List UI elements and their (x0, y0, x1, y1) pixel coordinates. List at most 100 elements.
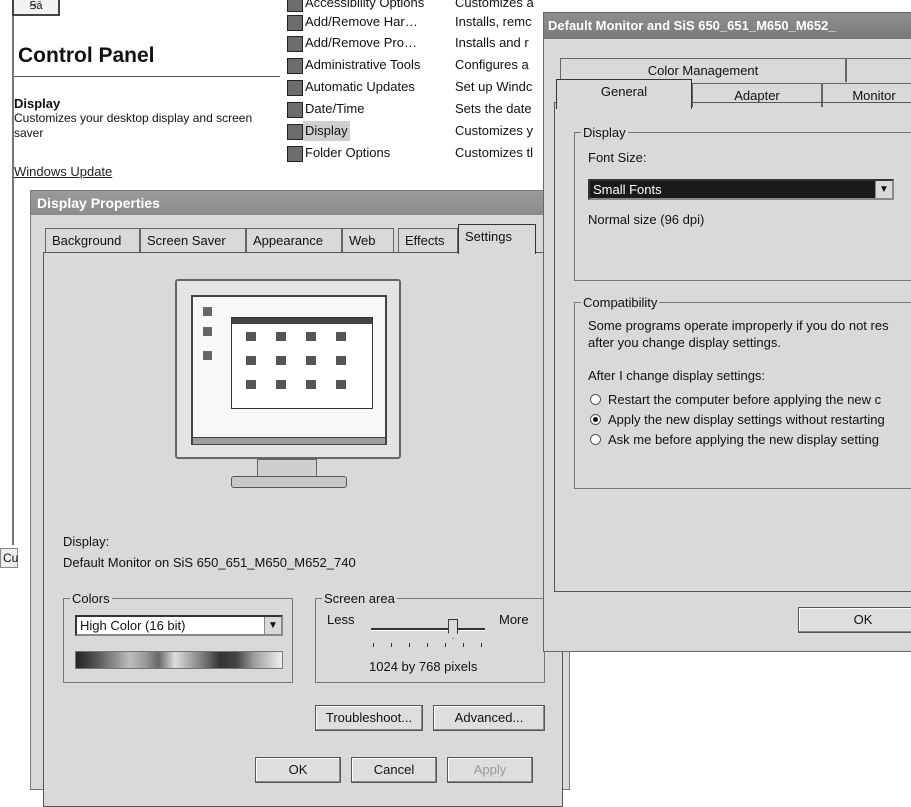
slider-tick (391, 643, 392, 647)
chevron-down-icon[interactable]: ▼ (264, 617, 281, 634)
taskbar-button-partial[interactable]: Cu (0, 548, 18, 568)
selected-item-description: Customizes your desktop display and scre… (14, 111, 253, 140)
desktop-icon (203, 307, 212, 316)
tab-settings[interactable]: Settings (458, 224, 536, 254)
tab-appearance[interactable]: Appearance (246, 228, 342, 252)
preview-icon (246, 356, 256, 365)
slider-tick (409, 643, 410, 647)
display-group-label: Display (583, 125, 626, 140)
font-size-label: Font Size: (588, 150, 647, 165)
item-name: Date/Time (305, 101, 365, 116)
tab-background[interactable]: Background (45, 228, 140, 252)
dialog-title: Default Monitor and SiS 650_651_M650_M65… (544, 13, 911, 39)
screen-area-slider-track[interactable] (371, 628, 485, 631)
slider-tick (373, 643, 374, 647)
selected-item-heading: Display (14, 96, 61, 111)
monitor-base (231, 476, 347, 488)
slider-less-label: Less (327, 612, 355, 627)
radio-restart-label[interactable]: Restart the computer before applying the… (608, 391, 881, 408)
item-name: Add/Remove Pro… (305, 35, 417, 50)
cancel-button[interactable]: Cancel (351, 757, 437, 783)
tab-web[interactable]: Web (342, 228, 394, 252)
item-description: Installs and r (455, 35, 529, 50)
tab-screen-saver[interactable]: Screen Saver (140, 228, 246, 252)
preview-icon (246, 380, 256, 389)
preview-icon (276, 380, 286, 389)
automatic-updates-icon (287, 80, 303, 96)
preview-icon (276, 332, 286, 341)
preview-icon (336, 356, 346, 365)
list-item[interactable]: Date/Time Sets the date (283, 99, 553, 119)
preview-icon (246, 332, 256, 341)
chevron-down-icon[interactable]: ▼ (875, 181, 892, 198)
tab-general[interactable]: General (556, 79, 692, 109)
font-size-select-value: Small Fonts (593, 182, 662, 197)
advanced-button[interactable]: Advanced... (433, 705, 545, 731)
compatibility-text-line-1: Some programs operate improperly if you … (588, 318, 889, 333)
screen-area-group-label: Screen area (324, 591, 395, 606)
after-change-label: After I change display settings: (588, 368, 766, 383)
preview-icon (306, 332, 316, 341)
administrative-tools-icon (287, 58, 303, 74)
radio-ask-me[interactable] (590, 434, 601, 445)
tab-row1-partial[interactable] (846, 58, 911, 82)
item-description: Installs, remc (455, 14, 532, 29)
add-remove-hardware-icon (287, 15, 303, 31)
dialog-title: Display Properties (31, 191, 569, 215)
colors-group: Colors (63, 591, 293, 683)
apply-button[interactable]: Apply (447, 757, 533, 783)
control-panel-item-list: Accessibility Options Customizes a Add/Re… (283, 0, 553, 190)
preview-taskbar (193, 437, 385, 444)
font-size-select[interactable]: Small Fonts ▼ (588, 179, 894, 200)
list-item[interactable]: Automatic Updates Set up Windc (283, 77, 553, 97)
colors-select[interactable]: High Color (16 bit) ▼ (75, 615, 283, 636)
compatibility-group-label: Compatibility (583, 295, 658, 310)
item-name: Display (303, 121, 350, 141)
windows-update-link[interactable]: Windows Update (14, 164, 112, 179)
radio-restart[interactable] (590, 394, 601, 405)
slider-tick (445, 643, 446, 647)
list-item[interactable]: Administrative Tools Configures a (283, 55, 553, 75)
item-name: Add/Remove Har… (305, 14, 418, 29)
item-description: Set up Windc (455, 79, 533, 94)
display-device-value: Default Monitor on SiS 650_651_M650_M652… (63, 555, 356, 570)
date-time-icon (287, 102, 303, 118)
list-item[interactable]: Add/Remove Har… Installs, remc (283, 12, 553, 32)
monitor-properties-dialog: Default Monitor and SiS 650_651_M650_M65… (543, 12, 911, 652)
radio-apply-without-restart[interactable] (590, 414, 601, 425)
item-name: Administrative Tools (305, 57, 421, 72)
list-item-selected[interactable]: Display Customizes y (283, 121, 553, 141)
accessibility-icon (287, 0, 303, 12)
font-size-note: Normal size (96 dpi) (588, 212, 705, 227)
monitor-neck (257, 459, 317, 477)
display-label: Display: (63, 534, 110, 549)
troubleshoot-button[interactable]: Troubleshoot... (315, 705, 423, 731)
divider (14, 76, 280, 77)
colors-select-value: High Color (16 bit) (80, 618, 186, 633)
display-properties-dialog: Display Properties ? Background Screen S… (30, 190, 570, 807)
preview-icon (276, 356, 286, 365)
radio-apply-without-restart-label[interactable]: Apply the new display settings without r… (608, 411, 885, 428)
item-description: Sets the date (455, 101, 532, 116)
radio-ask-me-label[interactable]: Ask me before applying the new display s… (608, 431, 879, 448)
display-icon (287, 124, 303, 140)
slider-tick (427, 643, 428, 647)
preview-icon (306, 356, 316, 365)
ok-button[interactable]: OK (255, 757, 341, 783)
page-title: Control Panel (18, 44, 155, 67)
tab-effects[interactable]: Effects (398, 228, 458, 252)
item-description: Customizes tl (455, 145, 534, 160)
preview-icon (336, 380, 346, 389)
folder-options-icon (287, 146, 303, 162)
list-item[interactable]: Add/Remove Pro… Installs and r (283, 33, 553, 53)
control-panel-header-icon: Ꞩā (12, 0, 60, 16)
compatibility-text-line-2: after you change display settings. (588, 335, 781, 350)
preview-window-titlebar (232, 318, 372, 324)
ok-button[interactable]: OK (798, 607, 911, 633)
desktop-icon (203, 327, 212, 336)
item-name: Automatic Updates (305, 79, 415, 94)
colors-group-label: Colors (72, 591, 110, 606)
preview-window (231, 317, 373, 409)
preview-icon (336, 332, 346, 341)
list-item[interactable]: Folder Options Customizes tl (283, 143, 553, 163)
